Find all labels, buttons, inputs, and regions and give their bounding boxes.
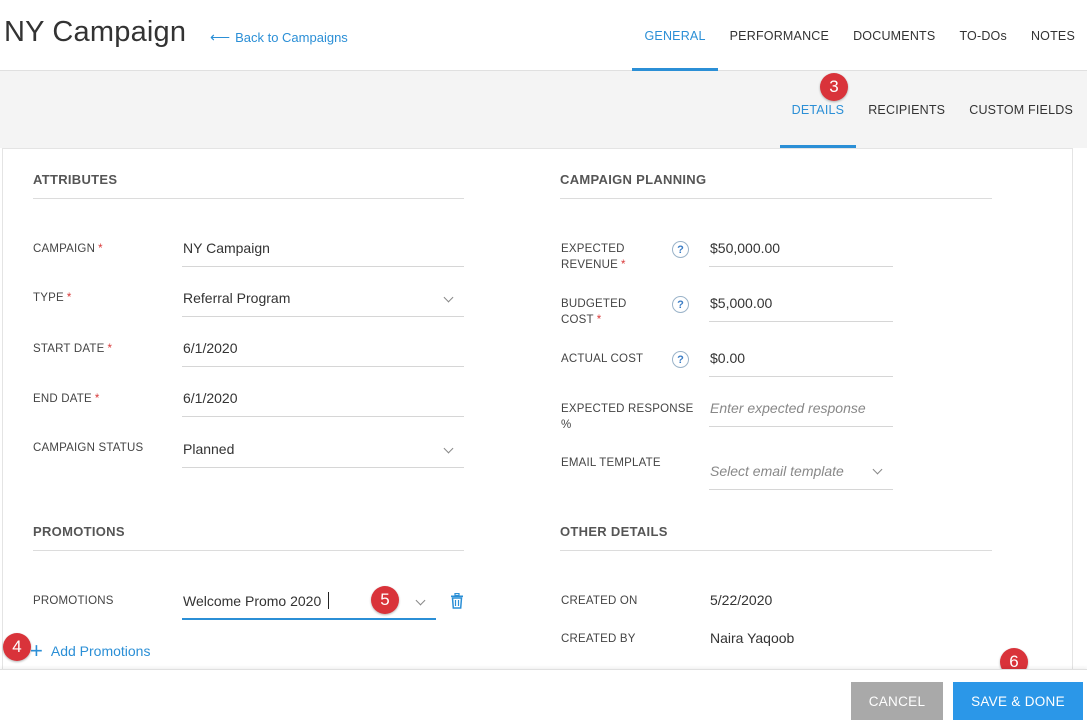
help-circle-icon[interactable]: ? bbox=[672, 296, 689, 313]
expected-response-label: EXPECTED RESPONSE% bbox=[561, 403, 694, 431]
expected-response-underline bbox=[709, 426, 893, 427]
help-circle-icon[interactable]: ? bbox=[672, 351, 689, 368]
actual-cost-input[interactable]: $0.00 bbox=[710, 350, 745, 366]
plus-icon: + bbox=[30, 638, 43, 663]
planning-rule bbox=[560, 198, 992, 199]
add-promotions-label: Add Promotions bbox=[50, 643, 151, 659]
tab-documents[interactable]: DOCUMENTS bbox=[841, 0, 947, 71]
page-title: NY Campaign bbox=[4, 16, 187, 48]
attributes-rule bbox=[33, 198, 464, 199]
back-link-label: Back to Campaigns bbox=[235, 30, 348, 45]
text-caret bbox=[328, 592, 329, 609]
created-on-label: CREATED ON bbox=[561, 595, 638, 607]
budgeted-cost-label: BUDGETED COST * bbox=[561, 298, 627, 326]
created-by-value: Naira Yaqoob bbox=[710, 630, 795, 646]
add-promotions-button[interactable]: + Add Promotions bbox=[30, 638, 151, 663]
campaign-underline bbox=[182, 266, 464, 267]
cancel-button[interactable]: CANCEL bbox=[851, 682, 943, 720]
type-label: TYPE * bbox=[33, 292, 72, 304]
start-date-input[interactable]: 6/1/2020 bbox=[183, 340, 238, 356]
promotions-title: PROMOTIONS bbox=[33, 524, 125, 539]
campaign-planning-title: CAMPAIGN PLANNING bbox=[560, 172, 707, 187]
promotions-label: PROMOTIONS bbox=[33, 595, 114, 607]
created-by-label: CREATED BY bbox=[561, 633, 636, 645]
promotions-underline bbox=[182, 618, 436, 620]
promotions-select[interactable]: Welcome Promo 2020 bbox=[183, 593, 321, 609]
email-template-select[interactable]: Select email template bbox=[710, 463, 844, 479]
other-details-rule bbox=[560, 550, 992, 551]
other-details-title: OTHER DETAILS bbox=[560, 524, 668, 539]
email-template-label: EMAIL TEMPLATE bbox=[561, 457, 661, 469]
end-date-label: END DATE * bbox=[33, 393, 100, 405]
email-template-underline bbox=[709, 489, 893, 490]
details-panel bbox=[2, 148, 1073, 669]
expected-revenue-input[interactable]: $50,000.00 bbox=[710, 240, 780, 256]
back-to-campaigns-link[interactable]: ⟵ Back to Campaigns bbox=[210, 29, 348, 46]
budgeted-cost-underline bbox=[709, 321, 893, 322]
promotions-rule bbox=[33, 550, 464, 551]
end-date-input[interactable]: 6/1/2020 bbox=[183, 390, 238, 406]
actual-cost-underline bbox=[709, 376, 893, 377]
expected-revenue-underline bbox=[709, 266, 893, 267]
campaign-label: CAMPAIGN * bbox=[33, 243, 103, 255]
tab-general[interactable]: GENERAL bbox=[632, 0, 718, 71]
created-on-value: 5/22/2020 bbox=[710, 592, 773, 608]
start-date-label: START DATE * bbox=[33, 343, 113, 355]
trash-icon[interactable] bbox=[450, 593, 464, 609]
tab-todos[interactable]: TO-DOs bbox=[947, 0, 1019, 71]
arrow-left-icon: ⟵ bbox=[210, 29, 231, 45]
sub-tab-bar: DETAILS RECIPIENTS CUSTOM FIELDS bbox=[0, 71, 1087, 148]
top-bar: NY Campaign ⟵ Back to Campaigns GENERAL … bbox=[0, 0, 1087, 71]
tab-performance[interactable]: PERFORMANCE bbox=[718, 0, 841, 71]
footer-bar: CANCEL SAVE & DONE bbox=[0, 669, 1087, 724]
subtab-recipients[interactable]: RECIPIENTS bbox=[856, 71, 957, 148]
budgeted-cost-input[interactable]: $5,000.00 bbox=[710, 295, 772, 311]
expected-response-input[interactable]: Enter expected response bbox=[710, 400, 866, 416]
subtab-custom-fields[interactable]: CUSTOM FIELDS bbox=[957, 71, 1085, 148]
actual-cost-label: ACTUAL COST bbox=[561, 353, 644, 365]
campaign-status-select[interactable]: Planned bbox=[183, 441, 234, 457]
help-circle-icon[interactable]: ? bbox=[672, 241, 689, 258]
campaign-status-label: CAMPAIGN STATUS bbox=[33, 442, 144, 454]
type-select[interactable]: Referral Program bbox=[183, 290, 290, 306]
end-date-underline bbox=[182, 416, 464, 417]
status-underline bbox=[182, 467, 464, 468]
step-badge-5: 5 bbox=[371, 586, 399, 614]
tab-notes[interactable]: NOTES bbox=[1019, 0, 1087, 71]
type-underline bbox=[182, 316, 464, 317]
attributes-title: ATTRIBUTES bbox=[33, 172, 118, 187]
main-tabs: GENERAL PERFORMANCE DOCUMENTS TO-DOs NOT… bbox=[632, 0, 1087, 71]
step-badge-3: 3 bbox=[820, 73, 848, 101]
save-and-done-button[interactable]: SAVE & DONE bbox=[953, 682, 1083, 720]
campaign-input[interactable]: NY Campaign bbox=[183, 240, 270, 256]
start-date-underline bbox=[182, 366, 464, 367]
expected-revenue-label: EXPECTED REVENUE * bbox=[561, 243, 626, 271]
step-badge-4: 4 bbox=[3, 633, 31, 661]
